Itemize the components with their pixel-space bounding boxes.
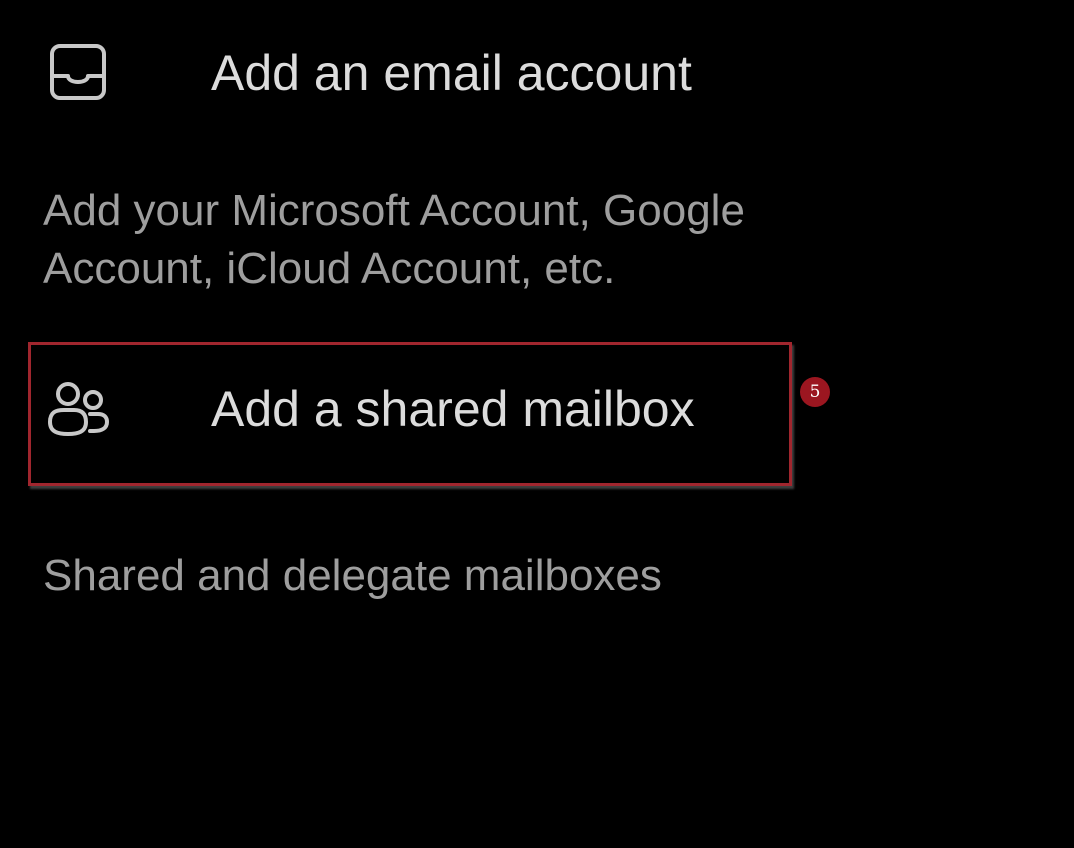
inbox-icon <box>46 42 110 106</box>
annotation-marker: 5 <box>800 377 830 407</box>
add-email-account-description: Add your Microsoft Account, Google Accou… <box>43 182 745 298</box>
description-line: Account, iCloud Account, etc. <box>43 244 616 293</box>
add-shared-mailbox-description: Shared and delegate mailboxes <box>43 551 662 600</box>
add-shared-mailbox-option[interactable]: Add a shared mailbox <box>0 364 1074 454</box>
add-email-account-option[interactable]: Add an email account <box>0 28 1074 118</box>
shared-people-icon <box>46 378 110 442</box>
add-shared-mailbox-label: Add a shared mailbox <box>211 381 695 437</box>
description-line: Add your Microsoft Account, Google <box>43 186 745 235</box>
add-email-account-label: Add an email account <box>211 45 692 101</box>
